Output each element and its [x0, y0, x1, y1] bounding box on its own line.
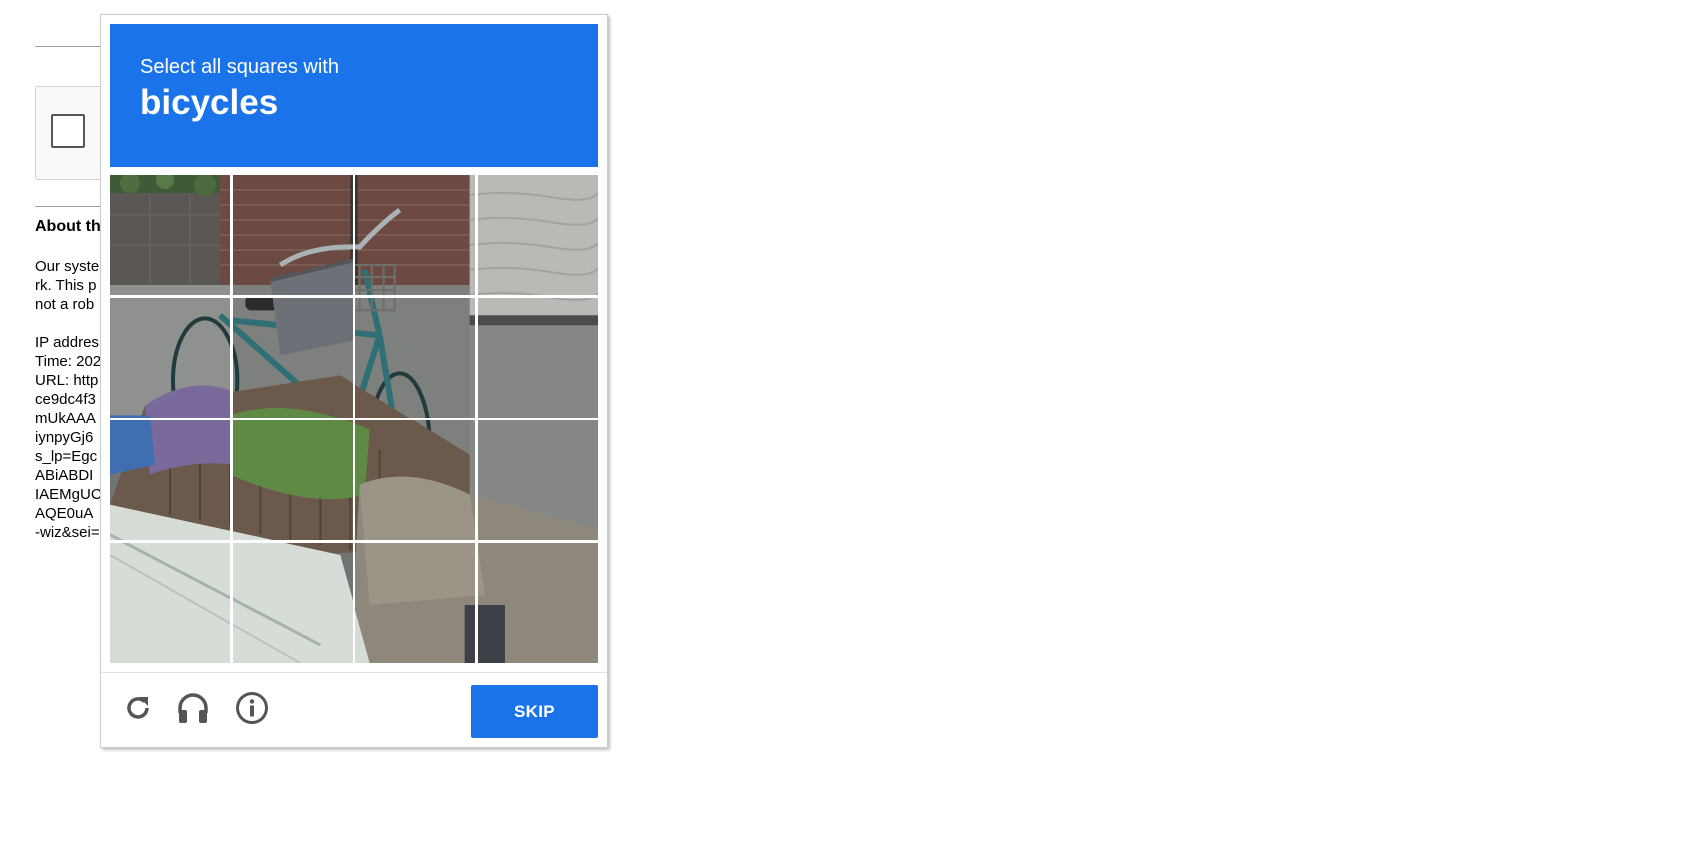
tile-image — [355, 175, 476, 295]
info-line: mUkAAA — [35, 410, 96, 427]
image-tile[interactable] — [355, 543, 476, 663]
about-heading: About th — [35, 218, 101, 235]
headphones-icon — [176, 691, 210, 730]
info-icon — [235, 691, 269, 730]
page: About th Our syste rk. This p not a rob … — [0, 0, 1690, 844]
reload-button[interactable] — [119, 691, 157, 729]
info-line: -wiz&sei= — [35, 524, 100, 541]
tile-image — [355, 420, 476, 541]
info-line: Time: 202 — [35, 353, 102, 370]
info-line: ABiABDI — [35, 467, 94, 484]
tile-image — [232, 420, 353, 541]
info-line: iynpyGj6 — [35, 429, 94, 446]
image-tile[interactable] — [232, 420, 353, 541]
audio-challenge-button[interactable] — [174, 691, 212, 729]
tile-image — [110, 543, 230, 663]
tile-image — [110, 420, 230, 541]
request-info: IP addres Time: 202 URL: http ce9dc4f3 m… — [35, 333, 102, 542]
challenge-header: Select all squares with bicycles — [110, 24, 598, 167]
tile-image — [478, 175, 598, 295]
image-tile[interactable] — [478, 420, 598, 541]
tile-image — [232, 175, 353, 295]
info-line: URL: http — [35, 372, 99, 389]
paragraph-line: not a rob — [35, 296, 95, 313]
tile-image — [232, 297, 353, 418]
reload-icon — [122, 692, 154, 729]
tile-image — [478, 297, 598, 418]
image-tile[interactable] — [110, 297, 230, 418]
info-line: AQE0uA — [35, 505, 94, 522]
image-tile[interactable] — [232, 297, 353, 418]
footer-divider — [101, 672, 607, 673]
tile-image — [478, 420, 598, 541]
image-tile[interactable] — [232, 543, 353, 663]
image-tile[interactable] — [355, 297, 476, 418]
tile-image — [355, 543, 476, 663]
tile-image — [110, 297, 230, 418]
tile-image — [478, 543, 598, 663]
image-tile[interactable] — [110, 543, 230, 663]
instruction-text: Select all squares with — [140, 56, 339, 78]
image-tile[interactable] — [110, 175, 230, 295]
explanation-paragraph: Our syste rk. This p not a rob — [35, 257, 99, 314]
image-tile[interactable] — [478, 175, 598, 295]
image-tile[interactable] — [355, 175, 476, 295]
image-tile-grid — [110, 175, 598, 663]
tile-image — [232, 543, 353, 663]
image-tile[interactable] — [478, 297, 598, 418]
skip-button[interactable]: SKIP — [471, 685, 598, 738]
info-line: s_lp=Egc — [35, 448, 98, 465]
info-line: IAEMgUC — [35, 486, 102, 503]
info-line: IP addres — [35, 334, 99, 351]
tile-image — [355, 297, 476, 418]
image-tile[interactable] — [110, 420, 230, 541]
paragraph-line: Our syste — [35, 258, 100, 275]
image-tile[interactable] — [478, 543, 598, 663]
image-tile[interactable] — [232, 175, 353, 295]
help-button[interactable] — [233, 691, 271, 729]
recaptcha-checkbox[interactable] — [51, 114, 85, 148]
info-line: ce9dc4f3 — [35, 391, 96, 408]
tile-image — [110, 175, 230, 295]
captcha-challenge-dialog: Select all squares with bicycles SKIP — [100, 14, 608, 748]
image-tile[interactable] — [355, 420, 476, 541]
paragraph-line: rk. This p — [35, 277, 97, 294]
target-object: bicycles — [140, 83, 279, 122]
